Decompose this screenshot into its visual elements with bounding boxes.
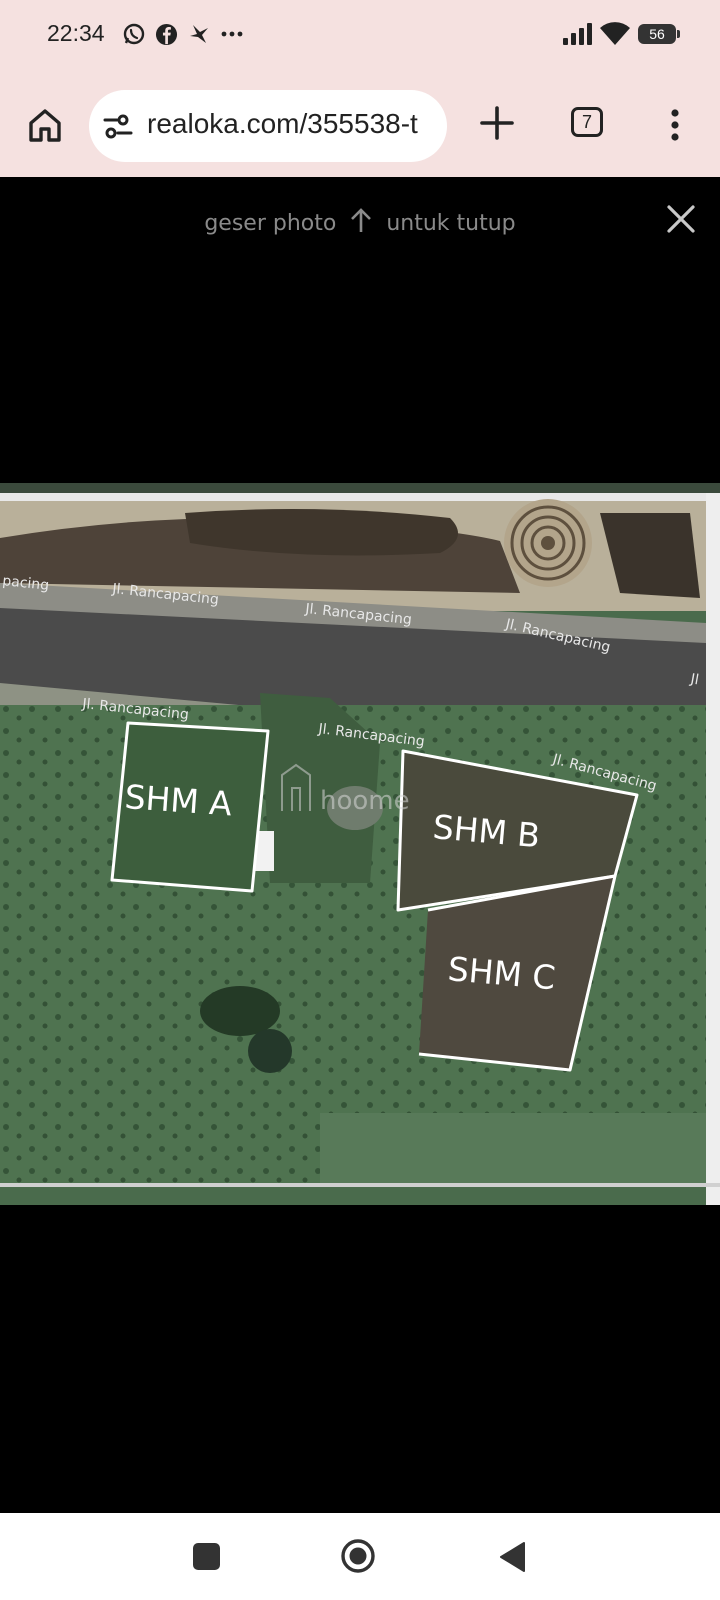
nav-back-icon[interactable] [498, 1541, 528, 1573]
signal-icon [563, 23, 592, 45]
hint-text-after: untuk tutup [386, 211, 516, 236]
watermark-text: hoome [320, 786, 410, 816]
plot-label-a: SHM A [123, 777, 233, 823]
wifi-icon [600, 22, 630, 45]
facebook-icon [155, 23, 178, 45]
home-icon[interactable] [25, 105, 65, 145]
bird-app-icon [190, 25, 208, 43]
more-notifications-icon [221, 31, 243, 37]
more-menu-icon[interactable] [660, 105, 690, 145]
close-icon[interactable] [664, 202, 698, 236]
browser-chrome: 22:34 56 realoka.com/355538-t 7 [0, 0, 720, 177]
arrow-up-icon [351, 208, 372, 232]
tab-count: 7 [581, 112, 592, 132]
tab-switcher-button[interactable]: 7 [571, 107, 603, 137]
url-text[interactable]: realoka.com/355538-t [147, 108, 418, 140]
system-nav-bar [0, 1513, 720, 1600]
battery-icon: 56 [638, 24, 680, 44]
hint-text-before: geser photo [204, 211, 337, 236]
satellite-photo[interactable]: pacing Jl. Rancapacing Jl. Rancapacing J… [0, 483, 720, 1205]
browser-toolbar: realoka.com/355538-t 7 [0, 85, 720, 163]
whatsapp-icon [123, 23, 145, 45]
status-time: 22:34 [47, 20, 105, 46]
notification-icons [122, 22, 244, 46]
address-bar[interactable]: realoka.com/355538-t [89, 90, 447, 162]
new-tab-icon[interactable] [477, 103, 517, 143]
recent-apps-button[interactable] [193, 1543, 220, 1570]
status-bar: 22:34 56 [0, 0, 720, 70]
close-hint: geser photo untuk tutup [0, 208, 720, 236]
system-icons: 56 [562, 22, 680, 46]
site-settings-icon[interactable] [103, 112, 133, 142]
battery-level: 56 [649, 26, 665, 42]
nav-home-icon[interactable] [340, 1538, 376, 1574]
